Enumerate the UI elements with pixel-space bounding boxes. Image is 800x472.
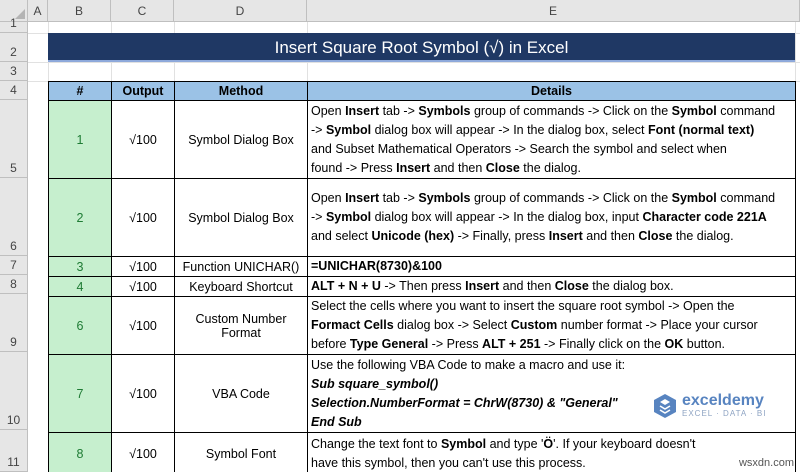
cell-output[interactable]: √100 xyxy=(111,432,175,472)
table-row: 3 √100 Function UNICHAR() =UNICHAR(8730)… xyxy=(48,256,796,277)
cell-num[interactable]: 1 xyxy=(48,100,112,179)
cell-details[interactable]: Change the text font to Symbol and type … xyxy=(307,432,796,472)
cell-num[interactable]: 2 xyxy=(48,178,112,257)
column-header-a[interactable]: A xyxy=(28,0,48,22)
exceldemy-logo-icon xyxy=(654,394,676,418)
row-header-8[interactable]: 8 xyxy=(0,275,28,294)
cell-num[interactable]: 8 xyxy=(48,432,112,472)
cell-method[interactable]: Custom Number Format xyxy=(174,296,308,355)
site-credit: wsxdn.com xyxy=(738,457,794,469)
cell-output[interactable]: √100 xyxy=(111,354,175,433)
table-row: 4 √100 Keyboard Shortcut ALT + N + U -> … xyxy=(48,276,796,297)
cell-details[interactable]: Open Insert tab -> Symbols group of comm… xyxy=(307,100,796,179)
watermark-name: exceldemy xyxy=(682,392,764,409)
cell-num[interactable]: 4 xyxy=(48,276,112,297)
cell-details[interactable]: Select the cells where you want to inser… xyxy=(307,296,796,355)
cell-method[interactable]: Function UNICHAR() xyxy=(174,256,308,277)
cell-method[interactable]: Keyboard Shortcut xyxy=(174,276,308,297)
table-row: 6 √100 Custom Number Format Select the c… xyxy=(48,296,796,355)
table-row: 2 √100 Symbol Dialog Box Open Insert tab… xyxy=(48,178,796,257)
cell-details[interactable]: ALT + N + U -> Then press Insert and the… xyxy=(307,276,796,297)
cell-num[interactable]: 6 xyxy=(48,296,112,355)
row-header-10[interactable]: 10 xyxy=(0,352,28,430)
table-row: 1 √100 Symbol Dialog Box Open Insert tab… xyxy=(48,100,796,179)
spreadsheet: A B C D E 1 2 3 4 5 6 7 8 9 10 11 Insert… xyxy=(0,0,800,472)
row-header-2[interactable]: 2 xyxy=(0,33,28,62)
row-header-6[interactable]: 6 xyxy=(0,178,28,256)
exceldemy-watermark: exceldemy EXCEL · DATA · BI xyxy=(652,393,766,419)
cell-output[interactable]: √100 xyxy=(111,178,175,257)
row-header-4[interactable]: 4 xyxy=(0,81,28,100)
cell-output[interactable]: √100 xyxy=(111,256,175,277)
cell-output[interactable]: √100 xyxy=(111,100,175,179)
table-row: 8 √100 Symbol Font Change the text font … xyxy=(48,432,796,472)
cell-output[interactable]: √100 xyxy=(111,296,175,355)
cell-method[interactable]: Symbol Dialog Box xyxy=(174,178,308,257)
row-header-7[interactable]: 7 xyxy=(0,256,28,275)
row-header-1[interactable]: 1 xyxy=(0,16,28,33)
cell-output[interactable]: √100 xyxy=(111,276,175,297)
cell-details[interactable]: =UNICHAR(8730)&100 xyxy=(307,256,796,277)
column-header-b[interactable]: B xyxy=(48,0,111,22)
cell-method[interactable]: Symbol Font xyxy=(174,432,308,472)
table-header-row: # Output Method Details xyxy=(48,81,796,101)
cell-details[interactable]: Open Insert tab -> Symbols group of comm… xyxy=(307,178,796,257)
header-output[interactable]: Output xyxy=(111,81,175,101)
cell-method[interactable]: Symbol Dialog Box xyxy=(174,100,308,179)
cell-method[interactable]: VBA Code xyxy=(174,354,308,433)
sheet-title[interactable]: Insert Square Root Symbol (√) in Excel xyxy=(48,33,795,62)
column-header-e[interactable]: E xyxy=(307,0,800,22)
cell-num[interactable]: 3 xyxy=(48,256,112,277)
header-details[interactable]: Details xyxy=(307,81,796,101)
watermark-tagline: EXCEL · DATA · BI xyxy=(682,409,767,418)
row-header-3[interactable]: 3 xyxy=(0,62,28,81)
column-header-c[interactable]: C xyxy=(111,0,174,22)
row-header-11[interactable]: 11 xyxy=(0,430,28,472)
header-num[interactable]: # xyxy=(48,81,112,101)
row-header-9[interactable]: 9 xyxy=(0,294,28,352)
column-header-d[interactable]: D xyxy=(174,0,307,22)
cell-num[interactable]: 7 xyxy=(48,354,112,433)
row-header-5[interactable]: 5 xyxy=(0,100,28,178)
header-method[interactable]: Method xyxy=(174,81,308,101)
